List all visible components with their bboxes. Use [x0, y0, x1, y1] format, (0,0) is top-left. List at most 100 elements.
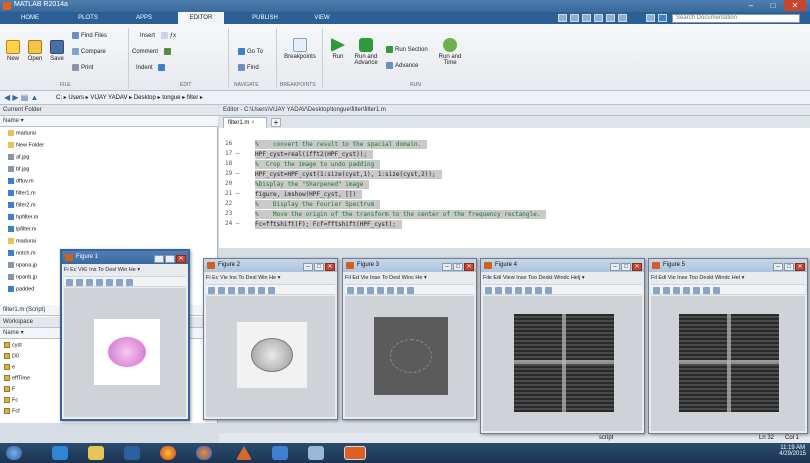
folder-item[interactable]: npanb.jp [8, 274, 37, 280]
folder-name-column[interactable]: Name ▾ [0, 116, 218, 127]
insert-button[interactable]: Insert ƒx [140, 32, 176, 39]
start-button-icon[interactable] [6, 446, 22, 460]
new-figure-icon[interactable] [66, 279, 73, 286]
run-and-time-button[interactable]: Run and Time [436, 38, 464, 66]
pointer-icon[interactable] [106, 279, 113, 286]
tab-editor[interactable]: EDITOR [178, 12, 224, 24]
new-figure-icon[interactable] [208, 287, 215, 294]
maximize-button[interactable]: □ [784, 263, 794, 271]
folder-item[interactable]: af.jpg [8, 154, 29, 160]
folder-item[interactable]: hpfilter.m [8, 214, 38, 220]
explorer-icon[interactable] [88, 446, 104, 460]
workspace-item[interactable]: effTime [4, 375, 30, 381]
find-button[interactable]: Find [238, 64, 259, 71]
close-button[interactable]: ✕ [464, 263, 474, 271]
zoom-icon[interactable] [258, 287, 265, 294]
close-button[interactable]: ✕ [784, 0, 806, 11]
run-and-advance-button[interactable]: Run and Advance [352, 38, 380, 66]
close-tab-icon[interactable]: × [251, 120, 255, 126]
figure-menu-bar[interactable]: Fi Ec Vie Ins To Desl Win He ▾ [206, 273, 335, 283]
code-line[interactable]: Fc=fftshift(F); Fcf=fftshift(HPF_cyst); [255, 220, 402, 229]
folder-item[interactable]: notch.m [8, 250, 36, 256]
folder-item[interactable]: madurai [8, 238, 36, 244]
pointer-icon[interactable] [387, 287, 394, 294]
folder-item[interactable]: bf.jpg [8, 166, 29, 172]
code-line[interactable]: figure, imshow(HPF_cyst, []) [255, 190, 363, 199]
figure-menu-bar[interactable]: Fil Edi Vie Inse Too Deskt Windc Hel ▾ [651, 273, 805, 283]
zoom-icon[interactable] [116, 279, 123, 286]
brush-icon[interactable] [126, 279, 133, 286]
brush-icon[interactable] [407, 287, 414, 294]
minimize-button[interactable]: – [740, 0, 762, 11]
figure-window[interactable]: Figure 3 – □ ✕ Fil Ed Vie Inse To Desl Winc … [342, 258, 477, 420]
path-breadcrumb[interactable]: C: ▸ Users ▸ VIJAY YADAV ▸ Desktop ▸ ton… [56, 94, 203, 101]
new-figure-icon[interactable] [347, 287, 354, 294]
print-icon[interactable] [683, 287, 690, 294]
print-icon[interactable] [238, 287, 245, 294]
tab-apps[interactable]: APPS [124, 12, 164, 24]
folder-item[interactable]: filter2.m [8, 202, 36, 208]
minimize-button[interactable]: – [610, 263, 620, 271]
chrome-icon[interactable] [160, 446, 176, 460]
open-button[interactable]: Open [26, 40, 44, 62]
open-icon[interactable] [218, 287, 225, 294]
code-editor[interactable]: 16 % convert the result to the spacial do… [219, 128, 810, 248]
figure-window[interactable]: Figure 4 – □ ✕ File Edi View Inse Too Deskt … [480, 258, 645, 434]
figure-title-bar[interactable]: Figure 4 – □ ✕ [481, 259, 644, 272]
indent-button[interactable]: Indent [136, 64, 167, 71]
workspace-item[interactable]: e [4, 364, 15, 370]
figure-title-bar[interactable]: Figure 3 – □ ✕ [343, 259, 476, 272]
figure-window[interactable]: Figure 2 – □ ✕ Fi Ec Vie Ins To Desl Win He … [203, 258, 338, 420]
goto-button[interactable]: Go To [238, 48, 263, 55]
ie-icon[interactable] [52, 446, 68, 460]
zoom-icon[interactable] [703, 287, 710, 294]
minimize-button[interactable]: – [303, 263, 313, 271]
app-icon[interactable] [272, 446, 288, 460]
new-figure-icon[interactable] [485, 287, 492, 294]
folder-item[interactable]: dftuv.m [8, 178, 34, 184]
tab-publish[interactable]: PUBLISH [240, 12, 290, 24]
folder-item[interactable]: New Folder [8, 142, 44, 148]
maximize-button[interactable]: □ [762, 0, 784, 11]
new-figure-icon[interactable] [653, 287, 660, 294]
brush-icon[interactable] [545, 287, 552, 294]
maximize-button[interactable]: □ [453, 263, 463, 271]
pointer-icon[interactable] [248, 287, 255, 294]
code-line[interactable]: %Display the "Sharpened" image [255, 180, 370, 189]
brush-icon[interactable] [713, 287, 720, 294]
maximize-button[interactable]: □ [314, 263, 324, 271]
workspace-item[interactable]: cyst [4, 342, 22, 348]
figure-title-bar[interactable]: Figure 5 – □ ✕ [649, 259, 807, 272]
pointer-icon[interactable] [693, 287, 700, 294]
advance-button[interactable]: Advance [386, 62, 418, 69]
tab-plots[interactable]: PLOTS [66, 12, 110, 24]
breakpoints-button[interactable]: Breakpoints [282, 38, 318, 60]
maximize-button[interactable]: □ [165, 255, 175, 263]
quick-save-icon[interactable] [558, 14, 567, 22]
workspace-item[interactable]: F [4, 386, 15, 392]
save-icon[interactable] [505, 287, 512, 294]
code-line[interactable]: % convert the result to the spacial doma… [255, 140, 428, 149]
quick-cut-icon[interactable] [570, 14, 579, 22]
quick-paste-icon[interactable] [594, 14, 603, 22]
figure-title-bar[interactable]: Figure 2 – □ ✕ [204, 259, 337, 272]
quick-switch-icon[interactable] [646, 14, 655, 22]
zoom-icon[interactable] [397, 287, 404, 294]
quick-copy-icon[interactable] [582, 14, 591, 22]
run-button[interactable]: Run [328, 38, 348, 60]
minimize-button[interactable]: – [154, 255, 164, 263]
open-icon[interactable] [76, 279, 83, 286]
new-button[interactable]: New [4, 40, 22, 62]
brush-icon[interactable] [268, 287, 275, 294]
pointer-icon[interactable] [525, 287, 532, 294]
media-icon[interactable] [124, 446, 140, 460]
comment-button[interactable]: Comment [132, 48, 173, 55]
save-icon[interactable] [673, 287, 680, 294]
save-icon[interactable] [86, 279, 93, 286]
close-button[interactable]: ✕ [176, 255, 186, 263]
figure-menu-bar[interactable]: Fi Ec Vi∈ Ins To Desl Win He ▾ [64, 265, 186, 275]
minimize-button[interactable]: – [442, 263, 452, 271]
search-input[interactable]: Search Documentation [672, 14, 800, 23]
tab-filter1[interactable]: filter1.m × [223, 117, 267, 128]
find-files-button[interactable]: Find Files [72, 32, 107, 39]
